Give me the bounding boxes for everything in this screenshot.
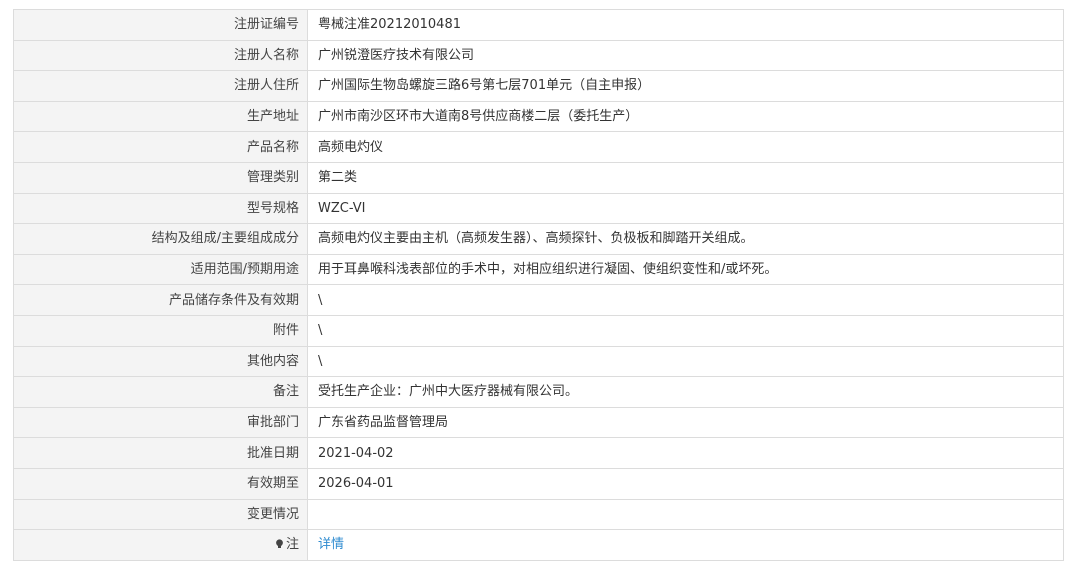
bulb-icon: [275, 539, 284, 549]
note-row: 注 详情: [13, 529, 1064, 561]
row-value: 用于耳鼻喉科浅表部位的手术中，对相应组织进行凝固、使组织变性和/或坏死。: [307, 253, 1064, 286]
table-row: 变更情况: [13, 498, 1064, 531]
row-value: 广州国际生物岛螺旋三路6号第七层701单元（自主申报）: [307, 70, 1064, 102]
table-row: 注册人名称 广州锐澄医疗技术有限公司: [13, 39, 1064, 72]
table-row: 型号规格 WZC-VI: [13, 192, 1064, 225]
row-label: 有效期至: [13, 467, 308, 500]
row-value: 粤械注准20212010481: [307, 9, 1064, 41]
row-label: 备注: [13, 376, 308, 408]
row-label: 产品名称: [13, 131, 308, 163]
table-row: 审批部门 广东省药品监督管理局: [13, 406, 1064, 439]
row-label: 结构及组成/主要组成成分: [13, 223, 308, 255]
table-row: 注册证编号 粤械注准20212010481: [13, 9, 1064, 41]
row-label: 附件: [13, 314, 308, 347]
row-label: 管理类别: [13, 161, 308, 194]
table-row: 有效期至 2026-04-01: [13, 467, 1064, 500]
row-label: 审批部门: [13, 406, 308, 439]
row-value: 2026-04-01: [307, 467, 1064, 500]
row-label: 产品储存条件及有效期: [13, 284, 308, 316]
row-label: 注册人住所: [13, 70, 308, 102]
table-row: 批准日期 2021-04-02: [13, 437, 1064, 469]
row-value: 广州锐澄医疗技术有限公司: [307, 39, 1064, 72]
registration-detail-table: 注册证编号 粤械注准20212010481 注册人名称 广州锐澄医疗技术有限公司…: [13, 9, 1064, 561]
table-row: 适用范围/预期用途 用于耳鼻喉科浅表部位的手术中，对相应组织进行凝固、使组织变性…: [13, 253, 1064, 286]
row-value: 第二类: [307, 161, 1064, 194]
table-row: 产品储存条件及有效期 \: [13, 284, 1064, 316]
row-value: \: [307, 284, 1064, 316]
row-label: 注册证编号: [13, 9, 308, 41]
row-value: 2021-04-02: [307, 437, 1064, 469]
note-value-cell: 详情: [307, 529, 1064, 561]
note-label: 注: [285, 537, 299, 553]
table-row: 生产地址 广州市南沙区环市大道南8号供应商楼二层（委托生产）: [13, 100, 1064, 133]
row-value: [307, 498, 1064, 531]
table-row: 管理类别 第二类: [13, 161, 1064, 194]
details-link[interactable]: 详情: [318, 537, 344, 552]
row-value: \: [307, 345, 1064, 378]
row-label: 变更情况: [13, 498, 308, 531]
row-value: WZC-VI: [307, 192, 1064, 225]
row-label: 适用范围/预期用途: [13, 253, 308, 286]
table-row: 附件 \: [13, 314, 1064, 347]
row-value: 广州市南沙区环市大道南8号供应商楼二层（委托生产）: [307, 100, 1064, 133]
row-label: 其他内容: [13, 345, 308, 378]
table-row: 其他内容 \: [13, 345, 1064, 378]
row-label: 批准日期: [13, 437, 308, 469]
table-row: 备注 受托生产企业：广州中大医疗器械有限公司。: [13, 376, 1064, 408]
row-label: 注册人名称: [13, 39, 308, 72]
table-row: 结构及组成/主要组成成分 高频电灼仪主要由主机（高频发生器）、高频探针、负极板和…: [13, 223, 1064, 255]
table-row: 产品名称 高频电灼仪: [13, 131, 1064, 163]
row-value: 受托生产企业：广州中大医疗器械有限公司。: [307, 376, 1064, 408]
row-label: 型号规格: [13, 192, 308, 225]
table-row: 注册人住所 广州国际生物岛螺旋三路6号第七层701单元（自主申报）: [13, 70, 1064, 102]
row-value: 高频电灼仪: [307, 131, 1064, 163]
row-value: 高频电灼仪主要由主机（高频发生器）、高频探针、负极板和脚踏开关组成。: [307, 223, 1064, 255]
note-label-cell: 注: [13, 529, 308, 561]
row-value: 广东省药品监督管理局: [307, 406, 1064, 439]
row-value: \: [307, 314, 1064, 347]
row-label: 生产地址: [13, 100, 308, 133]
